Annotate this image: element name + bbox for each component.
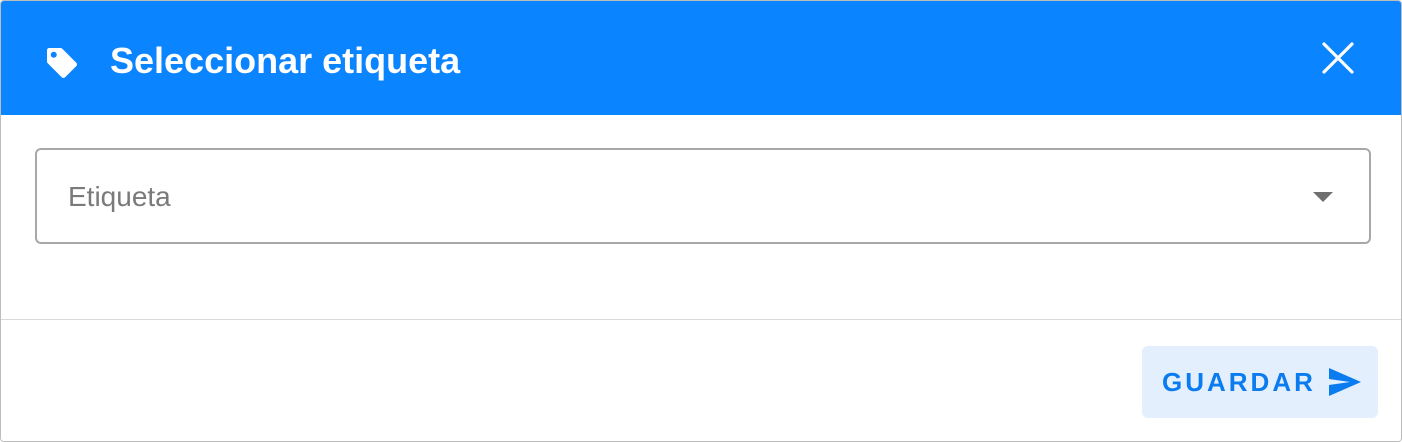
save-button-label: GUARDAR xyxy=(1162,367,1316,397)
dialog-title: Seleccionar etiqueta xyxy=(110,40,461,81)
save-button[interactable]: GUARDAR xyxy=(1142,346,1378,418)
select-tag-dialog: Seleccionar etiqueta Etiqueta GUARDAR xyxy=(0,0,1402,442)
close-button[interactable] xyxy=(1315,37,1361,83)
send-icon xyxy=(1328,367,1362,397)
tag-select-placeholder: Etiqueta xyxy=(68,181,171,212)
tag-select[interactable]: Etiqueta xyxy=(35,148,1371,244)
close-icon xyxy=(1321,41,1355,80)
dialog-footer: GUARDAR xyxy=(1,320,1401,441)
tag-icon xyxy=(44,45,80,81)
dialog-body: Etiqueta xyxy=(1,115,1401,319)
caret-down-icon xyxy=(1313,192,1333,202)
dialog-header: Seleccionar etiqueta xyxy=(1,1,1401,115)
